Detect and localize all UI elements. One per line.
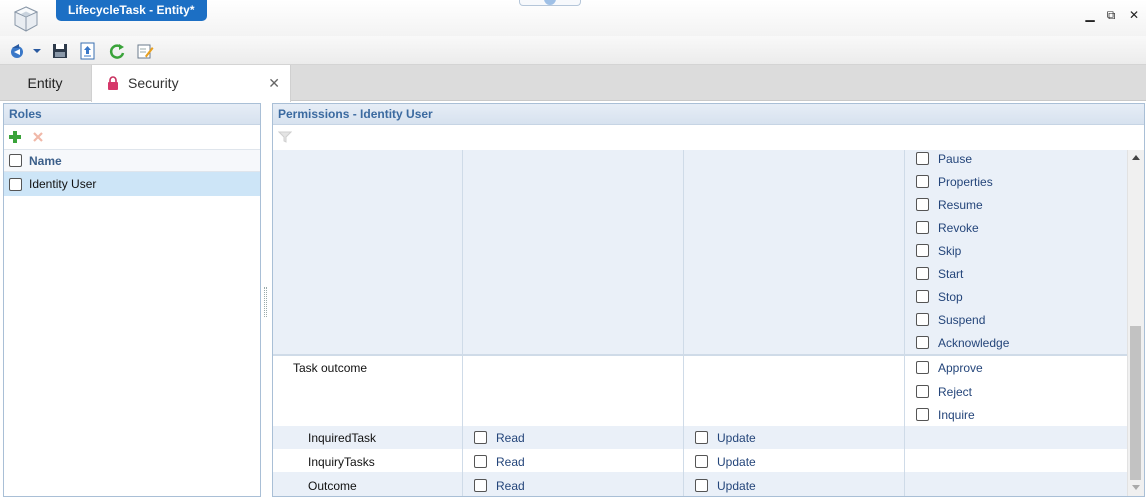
acknowledge-checkbox[interactable] bbox=[916, 336, 929, 349]
title-bar: LifecycleTask - Entity* ▁ ⧉ ✕ bbox=[0, 0, 1146, 36]
roles-column-header: Name bbox=[4, 149, 260, 172]
publish-icon[interactable] bbox=[79, 42, 97, 60]
skip-checkbox[interactable] bbox=[916, 244, 929, 257]
task-actions-band bbox=[273, 150, 1127, 354]
update-checkbox[interactable] bbox=[695, 455, 708, 468]
dropdown-icon[interactable] bbox=[32, 42, 42, 60]
select-all-checkbox[interactable] bbox=[9, 154, 22, 167]
permissions-grid: Pause Properties Resume Revoke Skip Star… bbox=[273, 150, 1127, 496]
properties-checkbox[interactable] bbox=[916, 175, 929, 188]
permissions-panel: Permissions - Identity User Pause Proper… bbox=[272, 103, 1145, 497]
task-outcome-band bbox=[273, 356, 1127, 426]
permissions-toolbar bbox=[273, 125, 1144, 149]
tab-entity[interactable]: Entity bbox=[0, 65, 90, 101]
role-row[interactable]: Identity User bbox=[4, 172, 260, 196]
filter-icon[interactable] bbox=[278, 131, 292, 143]
close-tab-icon[interactable]: ✕ bbox=[268, 65, 280, 101]
tab-strip: Entity Security ✕ bbox=[0, 65, 1146, 102]
reject-checkbox[interactable] bbox=[916, 385, 929, 398]
collapse-handle[interactable] bbox=[519, 0, 581, 6]
start-checkbox[interactable] bbox=[916, 267, 929, 280]
scrollbar-thumb[interactable] bbox=[1130, 326, 1141, 480]
save-icon[interactable] bbox=[51, 42, 69, 60]
tab-security-label: Security bbox=[128, 75, 179, 91]
inquire-checkbox[interactable] bbox=[916, 408, 929, 421]
update-checkbox[interactable] bbox=[695, 431, 708, 444]
add-role-icon[interactable] bbox=[8, 130, 22, 144]
scroll-up-icon[interactable] bbox=[1132, 155, 1140, 160]
minimize-icon[interactable]: ▁ bbox=[1083, 8, 1097, 22]
row-label-inquiredtask: InquiredTask bbox=[308, 431, 377, 445]
roles-panel: Roles Name Identity User bbox=[3, 103, 261, 497]
row-label-inquirytasks: InquiryTasks bbox=[308, 455, 375, 469]
tab-security[interactable]: Security ✕ bbox=[91, 65, 291, 102]
approve-checkbox[interactable] bbox=[916, 361, 929, 374]
delete-role-icon[interactable] bbox=[32, 131, 44, 143]
update-checkbox[interactable] bbox=[695, 479, 708, 492]
window-title: LifecycleTask - Entity* bbox=[56, 0, 207, 21]
edit-icon[interactable] bbox=[136, 42, 154, 60]
app-logo-cube-icon bbox=[13, 6, 39, 32]
read-checkbox[interactable] bbox=[474, 479, 487, 492]
scroll-down-icon[interactable] bbox=[1132, 485, 1140, 490]
role-checkbox[interactable] bbox=[9, 178, 22, 191]
panel-splitter[interactable] bbox=[264, 287, 267, 317]
read-checkbox[interactable] bbox=[474, 431, 487, 444]
roles-toolbar bbox=[4, 125, 260, 149]
resume-checkbox[interactable] bbox=[916, 198, 929, 211]
roles-panel-title: Roles bbox=[4, 104, 260, 125]
row-label-outcome: Outcome bbox=[308, 479, 357, 493]
role-label: Identity User bbox=[29, 177, 97, 191]
refresh-icon[interactable] bbox=[108, 42, 126, 60]
navigate-icon[interactable] bbox=[9, 42, 27, 60]
lock-icon bbox=[108, 76, 118, 90]
pause-checkbox[interactable] bbox=[916, 152, 929, 165]
suspend-checkbox[interactable] bbox=[916, 313, 929, 326]
task-outcome-label: Task outcome bbox=[293, 361, 368, 375]
restore-icon[interactable]: ⧉ bbox=[1104, 8, 1118, 22]
close-window-icon[interactable]: ✕ bbox=[1127, 8, 1141, 22]
revoke-checkbox[interactable] bbox=[916, 221, 929, 234]
name-column-header[interactable]: Name bbox=[29, 150, 62, 172]
vertical-scrollbar[interactable] bbox=[1127, 150, 1144, 496]
read-checkbox[interactable] bbox=[474, 455, 487, 468]
toolbar bbox=[0, 36, 1146, 65]
stop-checkbox[interactable] bbox=[916, 290, 929, 303]
permissions-panel-title: Permissions - Identity User bbox=[273, 104, 1144, 125]
